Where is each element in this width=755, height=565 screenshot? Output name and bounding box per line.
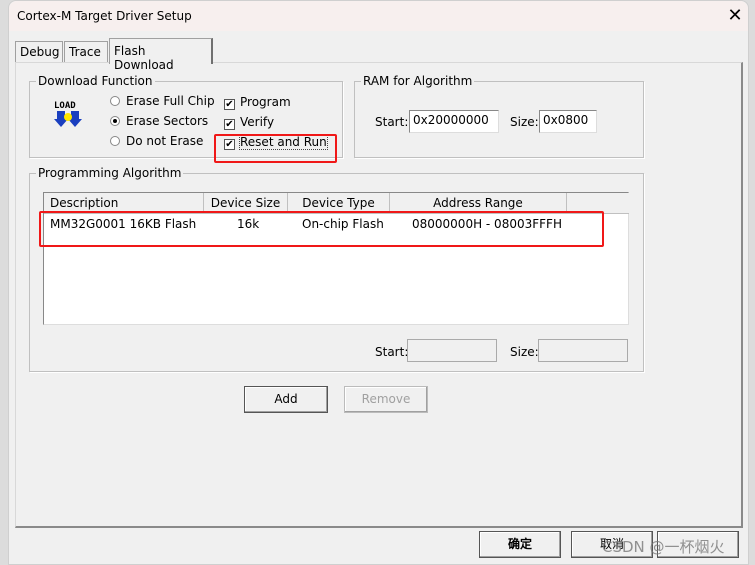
algo-size-label: Size: xyxy=(510,345,539,359)
radio-label: Erase Full Chip xyxy=(126,94,215,108)
ram-size-label: Size: xyxy=(510,115,539,129)
tab-flash-download[interactable]: Flash Download xyxy=(109,38,213,72)
radio-icon xyxy=(110,136,120,146)
ram-start-input[interactable]: 0x20000000 xyxy=(409,110,499,133)
ram-size-input[interactable]: 0x0800 xyxy=(539,110,597,133)
ram-group: RAM for Algorithm Start: 0x20000000 Size… xyxy=(354,74,644,158)
ok-button[interactable]: 确定 xyxy=(479,531,561,558)
svg-text:LOAD: LOAD xyxy=(54,101,76,111)
radio-label: Erase Sectors xyxy=(126,114,209,128)
load-icon: LOAD xyxy=(53,99,85,131)
radio-selected-icon xyxy=(110,116,120,126)
radio-erase-full-chip[interactable]: Erase Full Chip xyxy=(110,94,215,108)
programming-algorithm-group: Programming Algorithm Description Device… xyxy=(29,166,644,372)
window-title: Cortex-M Target Driver Setup xyxy=(17,9,192,23)
algo-start-input[interactable] xyxy=(407,339,497,362)
checkmark-icon: ✔ xyxy=(224,119,235,130)
programming-algorithm-title: Programming Algorithm xyxy=(36,166,184,180)
radio-icon xyxy=(110,96,120,106)
title-bar: Cortex-M Target Driver Setup ✕ xyxy=(9,1,748,31)
checkmark-icon: ✔ xyxy=(224,99,235,110)
ram-start-label: Start: xyxy=(375,115,409,129)
checkbox-label: Program xyxy=(240,95,291,109)
radio-erase-sectors[interactable]: Erase Sectors xyxy=(110,114,208,128)
close-icon[interactable]: ✕ xyxy=(724,5,746,26)
tab-panel: Download Function LOAD Erase Full Chip E… xyxy=(15,62,743,528)
checkbox-label: Verify xyxy=(240,115,275,129)
algo-start-label: Start: xyxy=(375,345,409,359)
watermark: CSDN @一杯烟火 xyxy=(602,538,725,556)
highlight-box-reset-and-run xyxy=(214,134,337,163)
checkbox-program[interactable]: ✔ Program xyxy=(224,95,291,110)
tab-trace[interactable]: Trace xyxy=(64,41,108,63)
download-function-title: Download Function xyxy=(36,74,155,88)
checkbox-verify[interactable]: ✔ Verify xyxy=(224,115,274,130)
radio-label: Do not Erase xyxy=(126,134,204,148)
dialog-window: Cortex-M Target Driver Setup ✕ Debug Tra… xyxy=(8,0,749,565)
ram-title: RAM for Algorithm xyxy=(361,74,475,88)
remove-button[interactable]: Remove xyxy=(344,386,428,413)
highlight-box-algorithm-row xyxy=(39,211,604,247)
tab-debug[interactable]: Debug xyxy=(15,41,63,63)
radio-do-not-erase[interactable]: Do not Erase xyxy=(110,134,203,148)
add-button[interactable]: Add xyxy=(244,386,328,413)
algo-size-input[interactable] xyxy=(538,339,628,362)
